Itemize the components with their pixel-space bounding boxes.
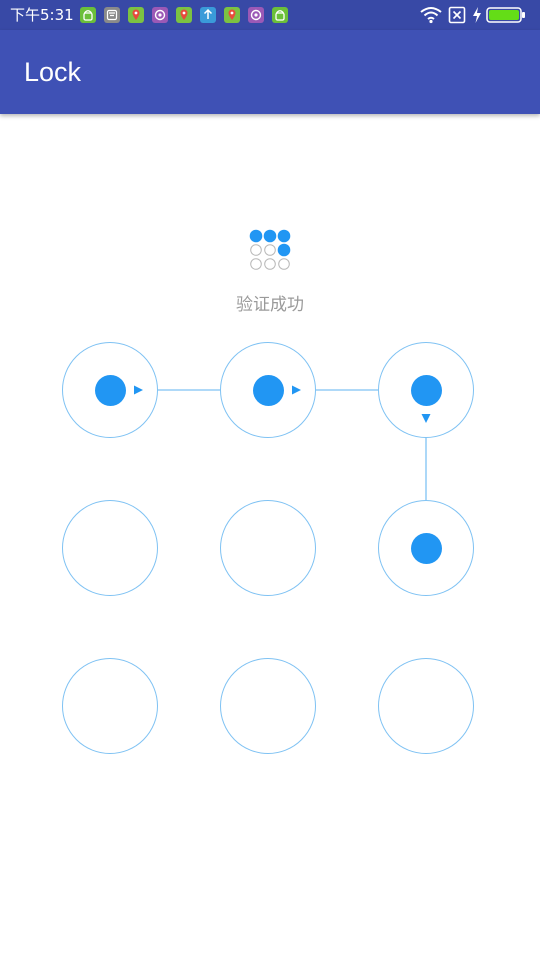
tooth-icon (104, 7, 120, 23)
preview-dot-8 (264, 258, 276, 270)
preview-dot-5 (264, 244, 276, 256)
preview-dot-6 (277, 243, 291, 257)
preview-dot-3 (277, 229, 291, 243)
pattern-node-dot (411, 533, 442, 564)
maps-icon (224, 7, 240, 23)
pattern-node-2[interactable] (220, 342, 316, 438)
pattern-preview (249, 229, 291, 270)
app-title: Lock (24, 57, 82, 87)
no-sim-icon (448, 6, 466, 24)
wifi-icon (420, 7, 442, 24)
system-icons (420, 6, 532, 24)
status-bar: 下午5:31 (0, 0, 540, 30)
pattern-node-dot (411, 375, 442, 406)
upload-icon (200, 7, 216, 23)
pattern-node-dot (253, 375, 284, 406)
pattern-node-6[interactable] (378, 500, 474, 596)
android-icon (80, 7, 96, 23)
charging-icon (473, 7, 481, 23)
preview-dot-4 (250, 244, 262, 256)
maps-icon (176, 7, 192, 23)
preview-dot-2 (263, 229, 277, 243)
pattern-node-dot (95, 375, 126, 406)
pattern-node-3[interactable] (378, 342, 474, 438)
app-bar: Lock (0, 30, 540, 114)
camera-icon (248, 7, 264, 23)
pattern-node-8[interactable] (220, 658, 316, 754)
battery-icon (486, 7, 525, 23)
pattern-node-5[interactable] (220, 500, 316, 596)
camera-icon (152, 7, 168, 23)
android-icon (272, 7, 288, 23)
preview-dot-9 (278, 258, 290, 270)
preview-dot-1 (249, 229, 263, 243)
status-message: 验证成功 (236, 295, 304, 315)
preview-dot-7 (250, 258, 262, 270)
pattern-node-1[interactable] (62, 342, 158, 438)
pattern-node-4[interactable] (62, 500, 158, 596)
pattern-node-9[interactable] (378, 658, 474, 754)
pattern-node-7[interactable] (62, 658, 158, 754)
maps-icon (128, 7, 144, 23)
pattern-lines (134, 385, 431, 500)
status-time: 下午5:31 (10, 6, 74, 24)
